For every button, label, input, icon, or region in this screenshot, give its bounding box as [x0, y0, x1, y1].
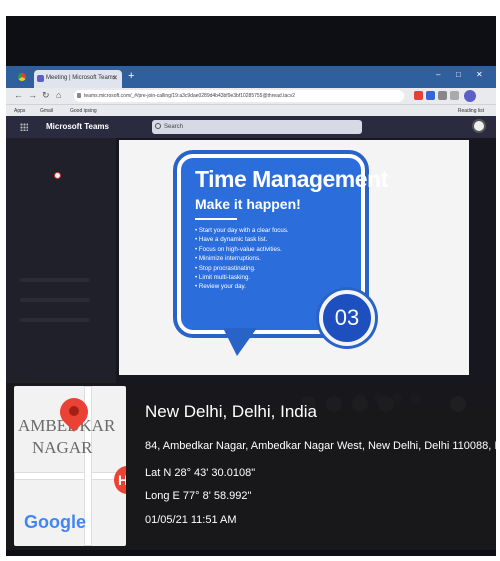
hotel-marker-icon: H — [114, 466, 126, 494]
map-area-label: NAGAR — [32, 438, 93, 457]
slide-bullet: Limit multi-tasking. — [195, 273, 289, 282]
search-placeholder: Search — [164, 124, 184, 130]
new-tab-icon[interactable]: + — [128, 70, 134, 82]
tab-title: Meeting | Microsoft Teams — [46, 75, 116, 81]
google-logo: Google — [24, 512, 86, 533]
slide-bullet: Focus on high-value activities. — [195, 245, 289, 254]
bookmark-apps[interactable]: Apps — [14, 108, 25, 114]
chrome-icon — [16, 71, 28, 83]
extension-icon[interactable] — [426, 91, 435, 100]
close-icon[interactable]: ✕ — [112, 74, 118, 82]
slide-subtitle: Make it happen! — [195, 196, 301, 212]
back-icon[interactable]: ← — [14, 90, 23, 100]
rail-item[interactable] — [20, 318, 90, 322]
reload-icon[interactable]: ↻ — [42, 90, 50, 101]
monitor-screen: Meeting | Microsoft Teams ✕ + – □ ✕ ← → … — [6, 66, 496, 406]
longitude: Long E 77° 8' 58.992" — [145, 490, 252, 502]
location-address: 84, Ambedkar Nagar, Ambedkar Nagar West,… — [145, 440, 500, 452]
url-text: teams.microsoft.com/_#/pre-join-calling/… — [84, 93, 296, 99]
slide-bullet: Stop procrastinating. — [195, 264, 289, 273]
browser-toolbar: ← → ↻ ⌂ teams.microsoft.com/_#/pre-join-… — [6, 88, 496, 104]
speech-bubble-tail — [223, 328, 257, 356]
slide-bullet: Have a dynamic task list. — [195, 235, 289, 244]
latitude: Lat N 28° 43' 30.0108" — [145, 467, 256, 479]
slide-number-badge: 03 — [319, 290, 375, 346]
extension-icon[interactable] — [414, 91, 423, 100]
minimize-icon[interactable]: – — [436, 70, 440, 79]
extension-icon[interactable] — [438, 91, 447, 100]
location-pin-dot — [69, 406, 79, 416]
bookmark-good-ipsing[interactable]: Good ipsing — [70, 108, 97, 114]
maximize-icon[interactable]: □ — [456, 70, 461, 79]
app-title: Microsoft Teams — [46, 122, 109, 131]
home-icon[interactable]: ⌂ — [56, 90, 61, 100]
slide-bullet: Review your day. — [195, 282, 289, 291]
profile-avatar[interactable] — [464, 90, 476, 102]
search-icon — [155, 123, 161, 129]
teams-favicon-icon — [37, 75, 44, 82]
puzzle-icon[interactable] — [450, 91, 459, 100]
shared-slide: Time Management Make it happen! Start yo… — [119, 140, 469, 375]
timestamp: 01/05/21 11:51 AM — [145, 514, 237, 526]
browser-tab[interactable]: Meeting | Microsoft Teams ✕ — [34, 70, 122, 88]
reading-list[interactable]: Reading list — [458, 108, 484, 114]
record-indicator-icon — [54, 172, 61, 179]
browser-tab-bar: Meeting | Microsoft Teams ✕ + – □ ✕ — [6, 66, 496, 88]
search-input[interactable]: Search — [152, 120, 362, 134]
map-road — [14, 472, 126, 480]
app-launcher-icon[interactable] — [20, 123, 28, 131]
close-window-icon[interactable]: ✕ — [476, 70, 483, 79]
user-avatar[interactable] — [472, 119, 486, 133]
bookmarks-bar: Apps Gmail Good ipsing Reading list — [6, 104, 496, 116]
slide-title: Time Management — [195, 166, 388, 192]
map-thumbnail: AMBEDKAR NAGAR H Google — [14, 386, 126, 546]
left-rail — [6, 138, 116, 406]
bookmark-gmail[interactable]: Gmail — [40, 108, 53, 114]
slide-bullet: Start your day with a clear focus. — [195, 226, 289, 235]
forward-icon[interactable]: → — [28, 90, 37, 100]
subtitle-underline — [195, 218, 237, 220]
rail-item[interactable] — [20, 278, 90, 282]
slide-bullet-list: Start your day with a clear focus. Have … — [195, 226, 289, 292]
rail-item[interactable] — [20, 298, 90, 302]
google-logo-text: Google — [24, 512, 86, 532]
lock-icon — [77, 93, 81, 98]
teams-header: Microsoft Teams Search — [6, 116, 496, 138]
teams-body: Time Management Make it happen! Start yo… — [6, 138, 496, 406]
address-bar[interactable]: teams.microsoft.com/_#/pre-join-calling/… — [74, 90, 404, 102]
location-city: New Delhi, Delhi, India — [145, 402, 317, 421]
slide-bullet: Minimize interruptions. — [195, 254, 289, 263]
